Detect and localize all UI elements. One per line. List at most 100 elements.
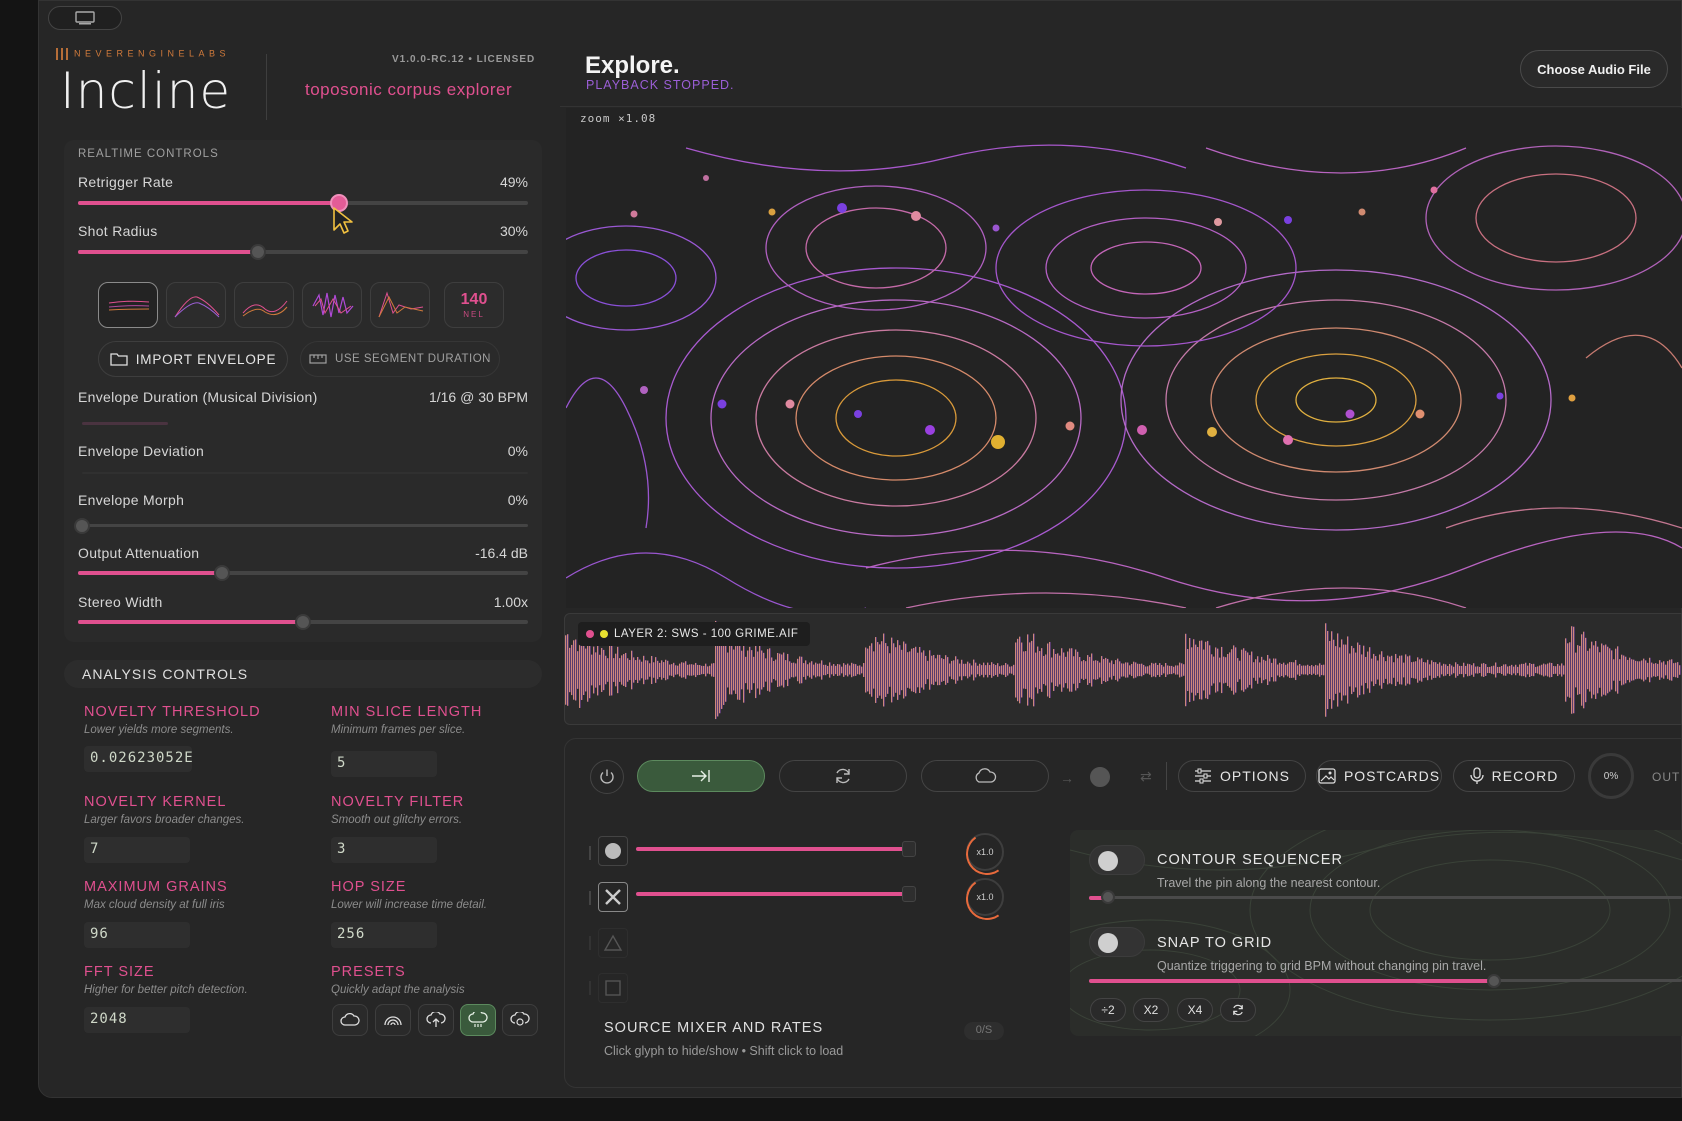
envelope-deviation-slider[interactable] (82, 472, 528, 474)
novelty-filter-desc: Smooth out glitchy errors. (331, 814, 463, 826)
choose-audio-file-button[interactable]: Choose Audio File (1520, 50, 1668, 88)
loop-button[interactable] (779, 760, 907, 792)
source-glyph-x[interactable] (598, 882, 628, 912)
contour-map[interactable] (566, 108, 1682, 608)
cloud-mode-button[interactable] (921, 760, 1049, 792)
contour-sequencer-title: CONTOUR SEQUENCER (1157, 852, 1343, 868)
output-attenuation-value: -16.4 dB (475, 545, 528, 561)
explore-title: Explore. (585, 52, 680, 79)
retrigger-rate-slider[interactable] (78, 194, 528, 212)
envelope-deviation-label: Envelope Deviation (78, 443, 205, 459)
window-toggle-button[interactable] (48, 6, 122, 30)
source-glyph-triangle[interactable] (598, 928, 628, 958)
snap-to-grid-thumb[interactable] (1487, 974, 1501, 988)
analysis-controls-header[interactable]: ANALYSIS CONTROLS (64, 660, 542, 688)
snap-to-grid-slider[interactable] (1089, 974, 1682, 988)
stereo-width-value: 1.00x (493, 594, 528, 610)
envelope-shape-3-button[interactable] (234, 282, 294, 328)
preset-cloud-sync-button[interactable] (502, 1004, 538, 1036)
preset-cloud-button[interactable] (332, 1004, 368, 1036)
envelope-shape-4-button[interactable] (302, 282, 362, 328)
use-segment-duration-button[interactable]: USE SEGMENT DURATION (300, 341, 500, 377)
maximum-grains-input[interactable]: 96 (84, 922, 190, 948)
preset-cloud-upload-button[interactable] (418, 1004, 454, 1036)
layer-tag[interactable]: LAYER 2: SWS - 100 GRIME.AIF (578, 622, 811, 646)
microphone-icon (1470, 767, 1484, 784)
envelope-duration-label: Envelope Duration (Musical Division) (78, 389, 318, 405)
preset-cloud-rain-button[interactable] (460, 1004, 496, 1036)
source-2-slider-end[interactable] (902, 886, 916, 902)
novelty-kernel-input[interactable]: 7 (84, 837, 190, 863)
import-envelope-button[interactable]: IMPORT ENVELOPE (98, 341, 288, 377)
source-glyph-circle[interactable] (598, 836, 628, 866)
stereo-width-fill (78, 620, 303, 624)
novelty-kernel-title: NOVELTY KERNEL (84, 794, 227, 810)
options-button[interactable]: OPTIONS (1178, 760, 1306, 792)
fft-size-title: FFT SIZE (84, 964, 155, 980)
source-1-level-slider[interactable] (636, 841, 916, 857)
options-label: OPTIONS (1219, 768, 1290, 784)
contour-lines (566, 144, 1682, 608)
row-1-handle[interactable] (589, 846, 591, 860)
peak-envelope-icon (174, 296, 220, 318)
wave-envelope-icon (242, 300, 288, 317)
output-attenuation-thumb[interactable] (214, 565, 230, 581)
output-attenuation-slider[interactable] (78, 565, 528, 581)
shot-radius-thumb[interactable] (250, 244, 266, 260)
sliders-icon (1194, 768, 1211, 784)
novelty-threshold-input[interactable]: 0.02623052E (84, 746, 192, 772)
multiply-by-4-button[interactable]: X4 (1177, 998, 1213, 1022)
square-icon (605, 980, 621, 996)
source-mixer-title: SOURCE MIXER AND RATES (604, 1020, 824, 1036)
source-1-slider-end[interactable] (902, 841, 916, 857)
fft-size-input[interactable]: 2048 (84, 1007, 190, 1033)
source-1-rate: x1.0 (976, 847, 994, 857)
output-attenuation-label: Output Attenuation (78, 545, 200, 561)
stereo-width-thumb[interactable] (295, 614, 311, 630)
stereo-width-label: Stereo Width (78, 594, 163, 610)
preset-rainbow-button[interactable] (375, 1004, 411, 1036)
record-arm-dot[interactable] (1090, 767, 1110, 787)
row-2-handle[interactable] (589, 891, 591, 905)
app-title: Incline (60, 62, 232, 120)
envelope-shape-1-button[interactable] (98, 282, 158, 328)
record-button[interactable]: RECORD (1453, 760, 1575, 792)
postcards-button[interactable]: POSTCARDS (1316, 760, 1442, 792)
row-4-handle[interactable] (589, 981, 591, 995)
play-to-end-button[interactable] (637, 760, 765, 792)
source-2-rate-knob[interactable]: x1.0 (966, 878, 1004, 916)
version-label: V1.0.0-RC.12 • LICENSED (392, 54, 536, 65)
hop-size-input[interactable]: 256 (331, 922, 437, 948)
min-slice-length-input[interactable]: 5 (331, 751, 437, 777)
contour-sequencer-toggle[interactable] (1089, 845, 1145, 875)
shot-radius-slider[interactable] (78, 244, 528, 260)
envelope-shape-5-button[interactable] (370, 282, 430, 328)
presets-desc: Quickly adapt the analysis (331, 984, 465, 996)
source-2-level-slider[interactable] (636, 886, 916, 902)
envelope-duration-value: 1/16 @ 30 BPM (428, 389, 528, 405)
playback-status: PLAYBACK STOPPED. (586, 78, 735, 92)
stereo-width-slider[interactable] (78, 614, 528, 630)
envelope-morph-thumb[interactable] (74, 518, 90, 534)
row-3-handle[interactable] (589, 936, 591, 950)
envelope-duration-slider[interactable] (82, 422, 168, 425)
divide-by-2-button[interactable]: ÷2 (1090, 998, 1126, 1022)
contour-sequencer-slider[interactable] (1089, 890, 1682, 904)
cloud-icon (340, 1013, 360, 1026)
folder-icon (110, 353, 128, 366)
multiply-by-2-button[interactable]: X2 (1133, 998, 1169, 1022)
snap-to-grid-toggle[interactable] (1089, 927, 1145, 957)
envelope-count-button[interactable]: 140 NEL (444, 282, 504, 328)
cloud-sync-icon (510, 1012, 530, 1026)
rainbow-icon (384, 1016, 402, 1026)
source-1-rate-knob[interactable]: x1.0 (966, 833, 1004, 871)
envelope-morph-slider[interactable] (74, 518, 528, 534)
reset-multiplier-button[interactable] (1220, 998, 1256, 1022)
novelty-filter-input[interactable]: 3 (331, 837, 437, 863)
envelope-shape-2-button[interactable] (166, 282, 226, 328)
shot-radius-fill (78, 250, 258, 254)
contour-sequencer-thumb[interactable] (1101, 890, 1115, 904)
envelope-morph-label: Envelope Morph (78, 492, 185, 508)
source-glyph-square[interactable] (598, 973, 628, 1003)
power-button[interactable] (590, 760, 624, 794)
